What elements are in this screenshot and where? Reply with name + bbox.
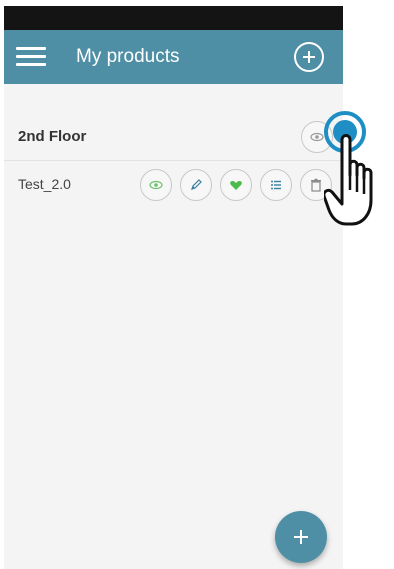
- hamburger-menu-icon[interactable]: [16, 44, 46, 68]
- page: My products 2nd Floor Test_2.0: [0, 0, 394, 569]
- favorite-button[interactable]: [220, 169, 252, 201]
- pencil-icon: [191, 179, 202, 190]
- status-bar: [4, 6, 343, 30]
- hand-pointer-icon: [324, 134, 373, 226]
- product-row[interactable]: Test_2.0: [4, 162, 343, 206]
- group-label: 2nd Floor: [18, 128, 87, 145]
- heart-icon: [230, 181, 242, 190]
- trash-icon: [311, 178, 321, 192]
- add-product-fab[interactable]: [275, 511, 327, 563]
- app-bar: My products: [4, 30, 343, 84]
- phone-screen: My products 2nd Floor Test_2.0: [4, 6, 343, 569]
- plus-circle-icon[interactable]: [294, 42, 324, 72]
- page-title: My products: [76, 46, 180, 67]
- edit-button[interactable]: [180, 169, 212, 201]
- product-label: Test_2.0: [18, 176, 71, 192]
- product-list: 2nd Floor Test_2.0: [4, 84, 343, 569]
- view-button[interactable]: [140, 169, 172, 201]
- details-button[interactable]: [260, 169, 292, 201]
- list-icon: [271, 180, 281, 190]
- group-row[interactable]: 2nd Floor: [4, 114, 343, 161]
- eye-icon: [149, 180, 163, 190]
